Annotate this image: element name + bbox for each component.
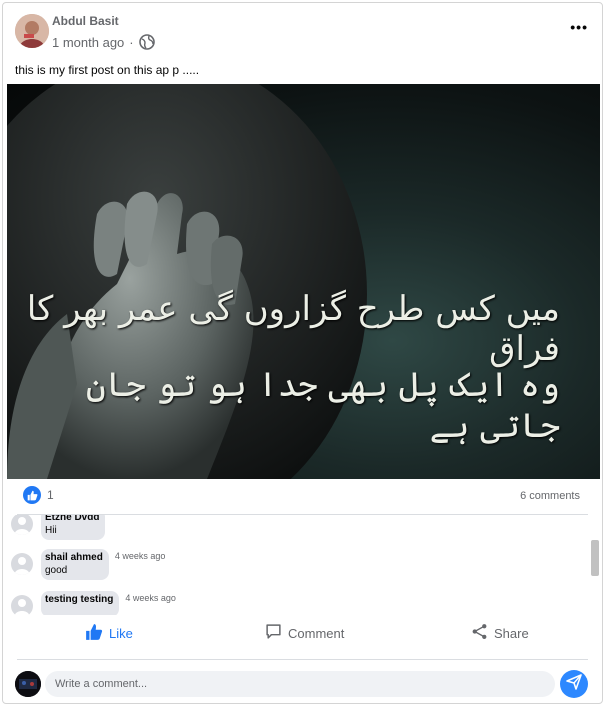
commenter-avatar[interactable] — [11, 595, 33, 615]
comment-time[interactable]: 4 weeks ago — [115, 551, 166, 580]
comment-item: shail ahmed good 4 weeks ago — [11, 549, 165, 580]
comment-input[interactable] — [45, 671, 555, 697]
post-meta: 1 month ago · — [52, 34, 155, 50]
comment-bubble: Etzhe Dvdd Hii — [41, 515, 106, 540]
post-time[interactable]: 1 month ago — [52, 35, 124, 50]
divider — [17, 659, 588, 660]
like-count: 1 — [47, 488, 54, 502]
current-user-avatar[interactable] — [15, 671, 41, 697]
share-button[interactable]: Share — [471, 623, 529, 643]
image-caption-line-1: میں کس طرح گزاروں گی عمر بھر کا فراق — [26, 289, 560, 369]
like-reaction-icon — [23, 486, 41, 504]
post-text: this is my first post on this ap p ..... — [15, 63, 200, 77]
send-icon — [566, 673, 582, 695]
comment-label: Comment — [288, 625, 345, 641]
share-icon — [471, 623, 488, 643]
comment-button[interactable]: Comment — [265, 623, 344, 643]
comment-bubble: shail ahmed good — [41, 549, 109, 580]
comment-text: good — [45, 565, 68, 576]
send-button[interactable] — [560, 670, 588, 698]
comments-count[interactable]: 6 comments — [520, 490, 580, 502]
reactions-summary[interactable]: 1 — [23, 486, 54, 504]
post-actions: Like Comment Share — [3, 623, 603, 651]
thumbs-up-icon — [85, 623, 103, 644]
like-button[interactable]: Like — [85, 623, 133, 644]
author-name[interactable]: Abdul Basit — [52, 14, 119, 28]
share-label: Share — [494, 625, 529, 641]
comment-item: testing testing 4 weeks ago — [11, 591, 176, 615]
comments-scrollbar[interactable] — [591, 540, 599, 576]
meta-separator: · — [129, 34, 134, 50]
comment-icon — [265, 623, 282, 643]
image-caption-line-2: وہ ایک پل بھی جدا ہو تو جان جاتی ہے — [85, 365, 560, 446]
like-label: Like — [109, 626, 133, 641]
comment-item: Etzhe Dvdd Hii — [11, 515, 106, 540]
post-image[interactable]: میں کس طرح گزاروں گی عمر بھر کا فراق وہ … — [7, 84, 600, 479]
commenter-name[interactable]: Etzhe Dvdd — [45, 515, 99, 523]
comments-list[interactable]: Etzhe Dvdd Hii shail ahmed good 4 weeks … — [3, 515, 603, 615]
more-options-icon[interactable]: ••• — [570, 19, 588, 35]
commenter-avatar[interactable] — [11, 515, 33, 535]
commenter-name[interactable]: shail ahmed — [45, 552, 103, 563]
post-card: Abdul Basit 1 month ago · ••• this is my… — [2, 2, 603, 704]
comment-bubble: testing testing — [41, 591, 120, 615]
author-avatar[interactable] — [15, 14, 49, 48]
globe-icon — [138, 34, 155, 50]
commenter-name[interactable]: testing testing — [45, 594, 113, 605]
comment-time[interactable]: 4 weeks ago — [125, 593, 176, 615]
commenter-avatar[interactable] — [11, 553, 33, 575]
comment-text: Hii — [45, 525, 57, 536]
